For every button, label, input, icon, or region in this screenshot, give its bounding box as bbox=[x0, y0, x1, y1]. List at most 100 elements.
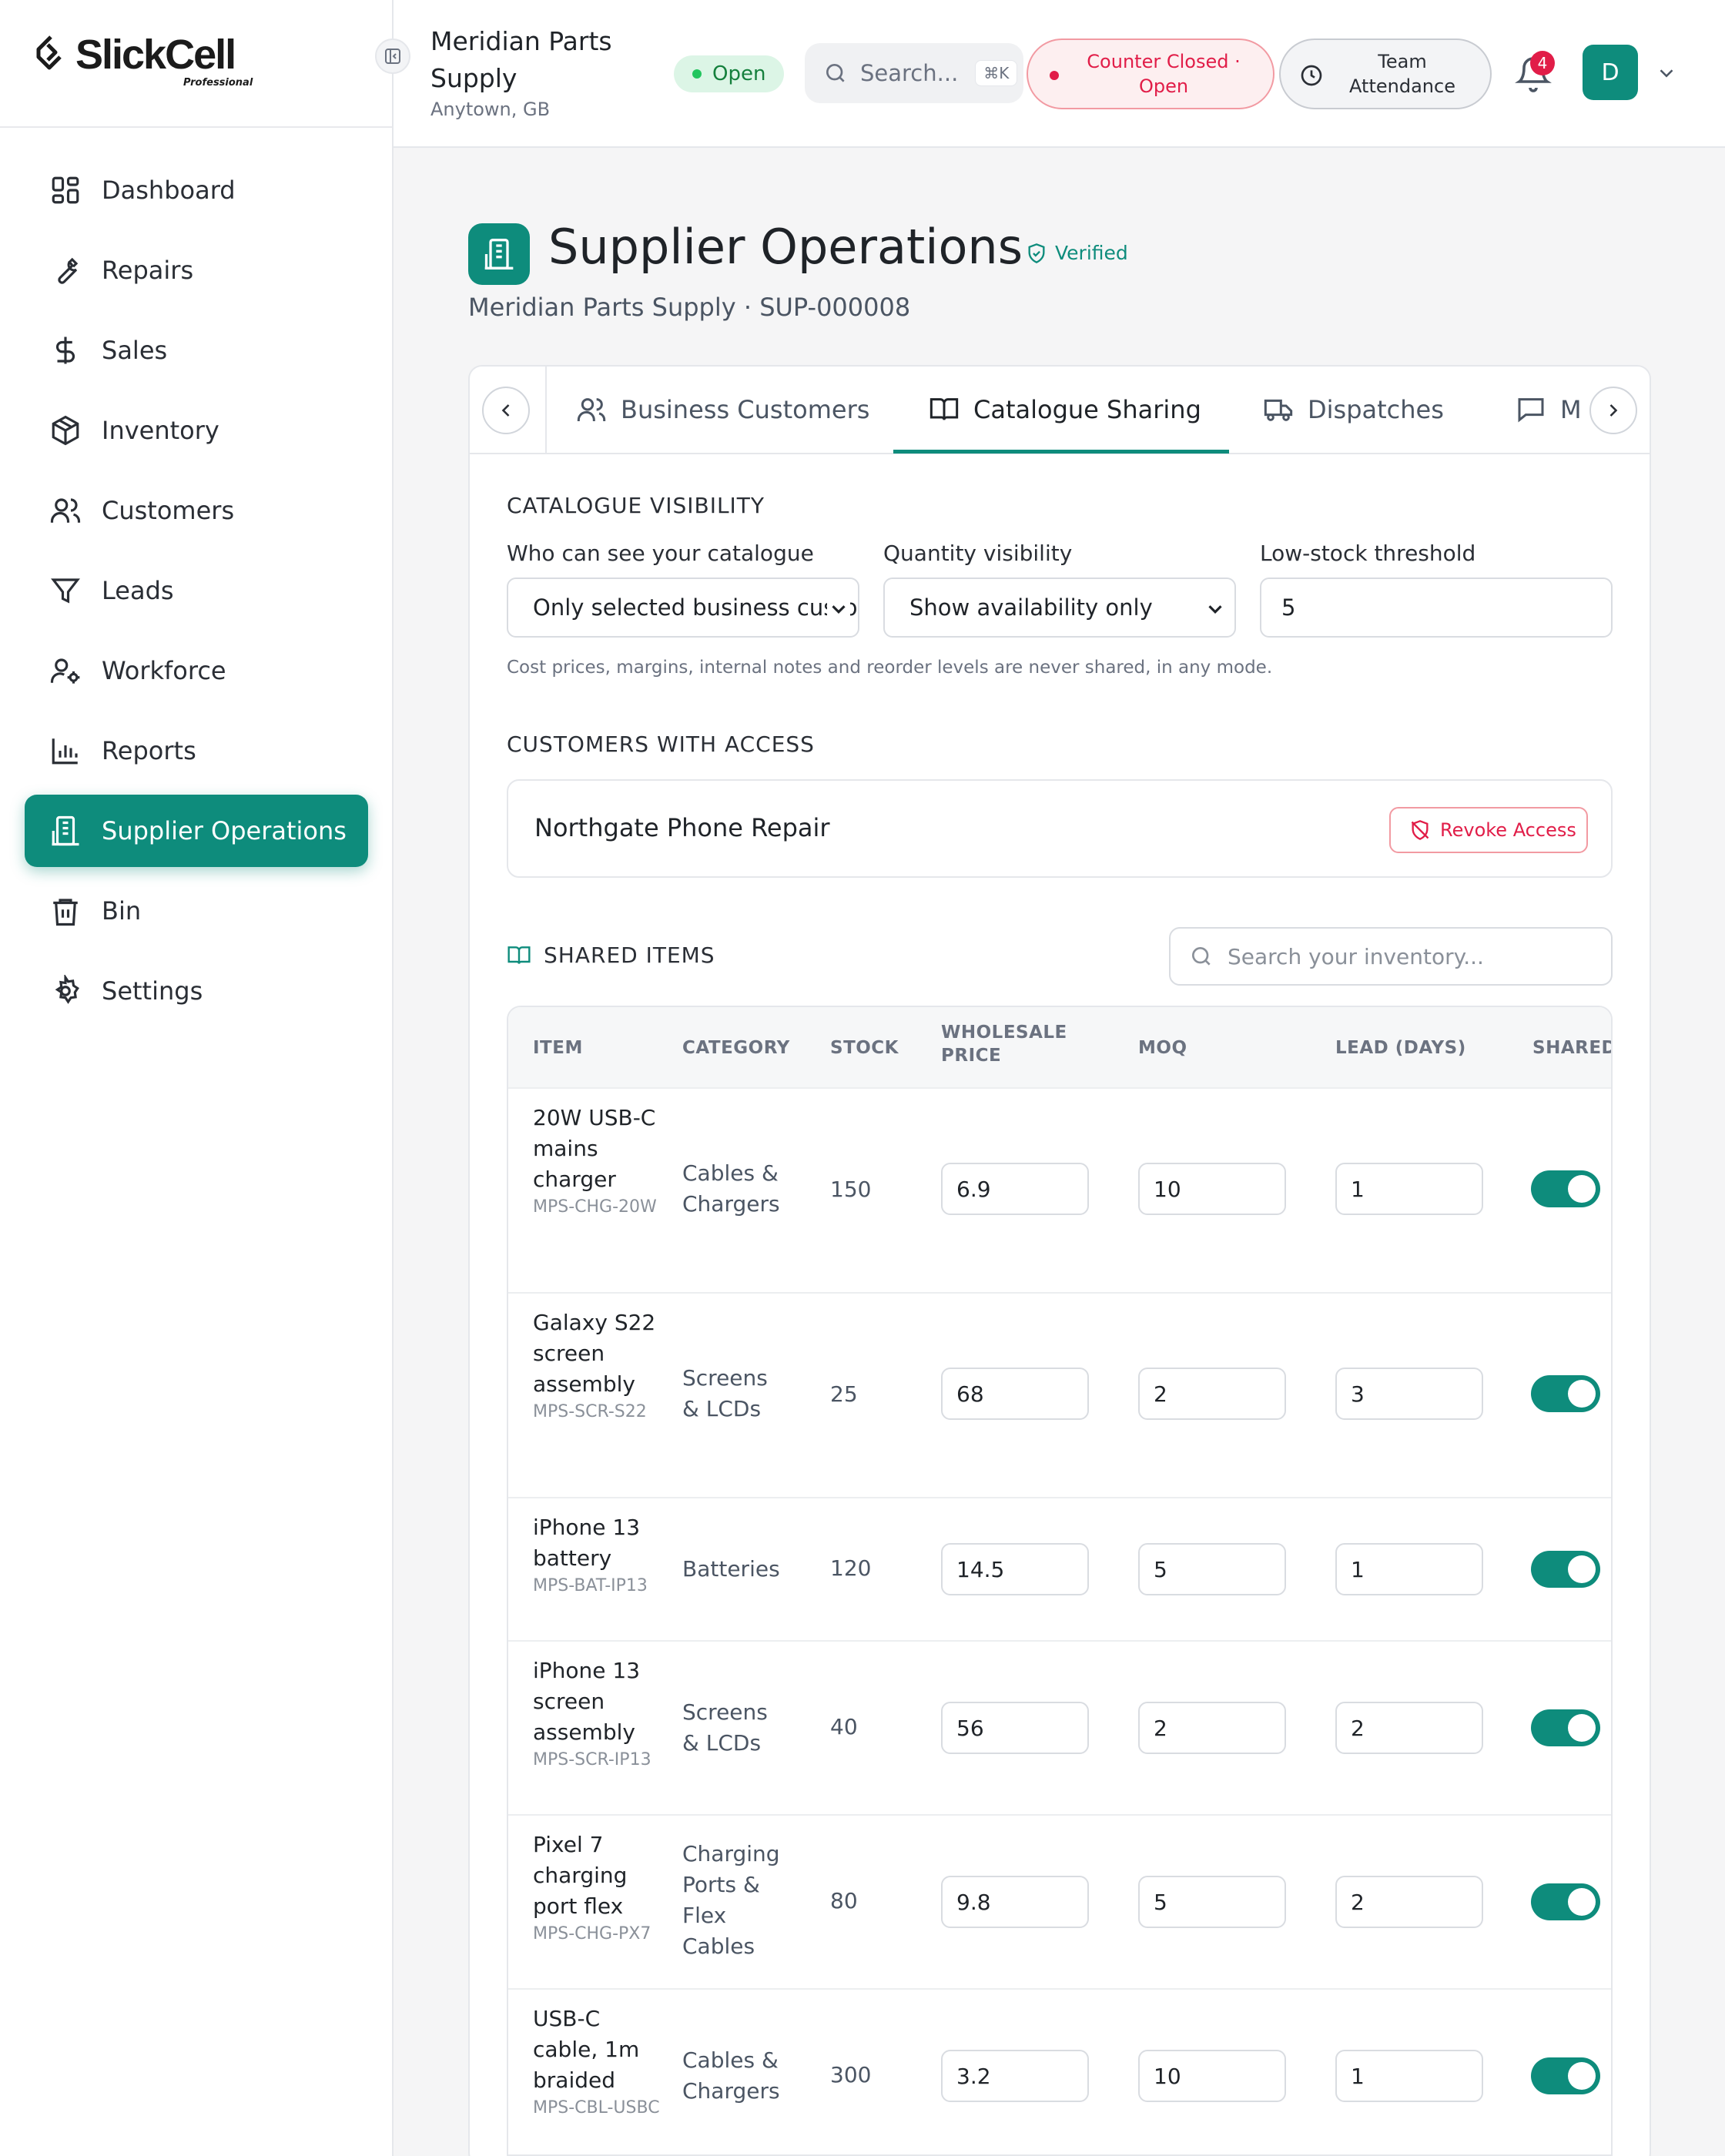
team-attendance-button[interactable]: Team Attendance bbox=[1279, 38, 1492, 109]
sidebar-collapse-button[interactable] bbox=[375, 38, 410, 74]
active-tab-indicator bbox=[893, 450, 1229, 454]
tabs-scroll-left-button[interactable] bbox=[482, 387, 530, 434]
sidebar-item-sales[interactable]: Sales bbox=[25, 314, 368, 387]
shared-toggle[interactable] bbox=[1531, 1883, 1600, 1920]
item-stock: 120 bbox=[830, 1555, 872, 1581]
avatar[interactable]: D bbox=[1583, 45, 1638, 100]
lead-days-input[interactable]: 1 bbox=[1335, 2050, 1483, 2102]
moq-input[interactable]: 5 bbox=[1138, 1543, 1286, 1595]
page-title: Supplier Operations bbox=[548, 219, 1023, 275]
moq-input[interactable]: 2 bbox=[1138, 1702, 1286, 1754]
shared-toggle[interactable] bbox=[1531, 1551, 1600, 1588]
tab-label: M bbox=[1560, 395, 1582, 424]
moq-input[interactable]: 10 bbox=[1138, 2050, 1286, 2102]
sidebar-item-supplier-operations[interactable]: Supplier Operations bbox=[25, 795, 368, 867]
chevron-right-icon bbox=[1609, 404, 1618, 417]
lead-days-input[interactable]: 1 bbox=[1335, 1543, 1483, 1595]
tabs-scroll-right-button[interactable] bbox=[1589, 387, 1637, 434]
shared-toggle[interactable] bbox=[1531, 2057, 1600, 2094]
wholesale-price-input[interactable]: 68 bbox=[941, 1368, 1089, 1420]
column-header-lead-days: LEAD (DAYS) bbox=[1335, 1038, 1466, 1058]
toggle-knob bbox=[1568, 1380, 1596, 1408]
building-icon bbox=[52, 815, 79, 846]
sidebar-item-bin[interactable]: Bin bbox=[25, 875, 368, 947]
sidebar-item-settings[interactable]: Settings bbox=[25, 955, 368, 1027]
tab-catalogue-sharing[interactable]: Catalogue Sharing bbox=[929, 367, 1201, 453]
table-row: Pixel 7 charging port flex MPS-CHG-PX7 C… bbox=[508, 1814, 1611, 1988]
wholesale-price-input[interactable]: 56 bbox=[941, 1702, 1089, 1754]
dollar-icon bbox=[55, 336, 75, 364]
item-sku: MPS-CHG-PX7 bbox=[533, 1924, 651, 1943]
book-open-icon bbox=[929, 398, 959, 420]
toggle-knob bbox=[1568, 1175, 1596, 1203]
sidebar-item-label: Customers bbox=[102, 496, 235, 525]
toggle-knob bbox=[1568, 1888, 1596, 1916]
sidebar-item-leads[interactable]: Leads bbox=[25, 554, 368, 627]
moq-input[interactable]: 10 bbox=[1138, 1163, 1286, 1215]
revoke-access-button[interactable]: Revoke Access bbox=[1389, 807, 1588, 853]
item-cell: iPhone 13 battery MPS-BAT-IP13 bbox=[533, 1512, 664, 1599]
wholesale-price-input[interactable]: 14.5 bbox=[941, 1543, 1089, 1595]
low-stock-threshold-value: 5 bbox=[1281, 594, 1296, 621]
item-stock: 40 bbox=[830, 1714, 858, 1739]
who-can-see-label: Who can see your catalogue bbox=[507, 541, 814, 566]
sidebar-item-label: Repairs bbox=[102, 256, 194, 285]
brand: SlickCell Professional bbox=[0, 0, 392, 128]
access-customer-name: Northgate Phone Repair bbox=[534, 813, 830, 842]
tab-dispatches[interactable]: Dispatches bbox=[1263, 367, 1444, 453]
sidebar-item-label: Inventory bbox=[102, 416, 219, 445]
wholesale-price-input[interactable]: 3.2 bbox=[941, 2050, 1089, 2102]
wholesale-price-input[interactable]: 6.9 bbox=[941, 1163, 1089, 1215]
trash-icon bbox=[53, 899, 78, 926]
tab-messages[interactable]: M bbox=[1516, 367, 1583, 453]
item-stock: 150 bbox=[830, 1177, 872, 1202]
shared-toggle[interactable] bbox=[1531, 1709, 1600, 1746]
inventory-search-input[interactable]: Search your inventory... bbox=[1169, 927, 1613, 986]
sidebar-item-repairs[interactable]: Repairs bbox=[25, 234, 368, 306]
verified-badge: Verified bbox=[1026, 242, 1128, 264]
shared-items-title: SHARED ITEMS bbox=[544, 942, 715, 968]
lead-days-input[interactable]: 2 bbox=[1335, 1702, 1483, 1754]
global-search[interactable]: Search... ⌘K bbox=[805, 43, 1023, 103]
sidebar-item-label: Leads bbox=[102, 576, 174, 605]
gear-icon bbox=[55, 975, 79, 1004]
shared-toggle[interactable] bbox=[1531, 1375, 1600, 1412]
wrench-icon bbox=[58, 257, 79, 284]
users-icon bbox=[50, 498, 81, 523]
top-bar: Meridian Parts Supply Anytown, GB Open S… bbox=[394, 0, 1725, 148]
lead-days-input[interactable]: 1 bbox=[1335, 1163, 1483, 1215]
sidebar-item-reports[interactable]: Reports bbox=[25, 715, 368, 787]
shield-off-icon bbox=[1411, 820, 1429, 840]
sidebar-item-dashboard[interactable]: Dashboard bbox=[25, 154, 368, 226]
sidebar-item-customers[interactable]: Customers bbox=[25, 474, 368, 547]
sidebar-item-inventory[interactable]: Inventory bbox=[25, 394, 368, 467]
counter-status-button[interactable]: Counter Closed · Open bbox=[1027, 38, 1274, 109]
counter-status-label: Counter Closed · Open bbox=[1087, 51, 1241, 97]
moq-input[interactable]: 2 bbox=[1138, 1368, 1286, 1420]
tab-business-customers[interactable]: Business Customers bbox=[576, 367, 869, 453]
item-category: Screens & LCDs bbox=[682, 1699, 768, 1756]
lead-days-input[interactable]: 2 bbox=[1335, 1876, 1483, 1928]
quantity-visibility-select[interactable]: Show availability only bbox=[883, 578, 1236, 638]
lead-days-input[interactable]: 3 bbox=[1335, 1368, 1483, 1420]
sidebar-item-label: Sales bbox=[102, 336, 168, 365]
chevron-down-icon[interactable] bbox=[1655, 62, 1678, 85]
low-stock-threshold-input[interactable]: 5 bbox=[1260, 578, 1613, 638]
inventory-search-placeholder: Search your inventory... bbox=[1228, 943, 1484, 969]
truck-icon bbox=[1264, 399, 1293, 421]
search-icon bbox=[1192, 947, 1211, 966]
store-location: Anytown, GB bbox=[430, 99, 551, 120]
wholesale-price-input[interactable]: 9.8 bbox=[941, 1876, 1089, 1928]
sidebar-item-workforce[interactable]: Workforce bbox=[25, 634, 368, 707]
item-name: iPhone 13 screen assembly bbox=[533, 1658, 641, 1745]
sidebar-item-label: Reports bbox=[102, 736, 196, 765]
table-row: iPhone 13 screen assembly MPS-SCR-IP13 S… bbox=[508, 1640, 1611, 1814]
quantity-visibility-value: Show availability only bbox=[909, 594, 1153, 621]
item-stock: 80 bbox=[830, 1888, 858, 1913]
shared-toggle[interactable] bbox=[1531, 1170, 1600, 1207]
dashboard-icon bbox=[52, 176, 79, 204]
chevron-down-icon bbox=[827, 598, 850, 621]
moq-input[interactable]: 5 bbox=[1138, 1876, 1286, 1928]
who-can-see-select[interactable]: Only selected business customers bbox=[507, 578, 859, 638]
quantity-visibility-label: Quantity visibility bbox=[883, 541, 1073, 566]
